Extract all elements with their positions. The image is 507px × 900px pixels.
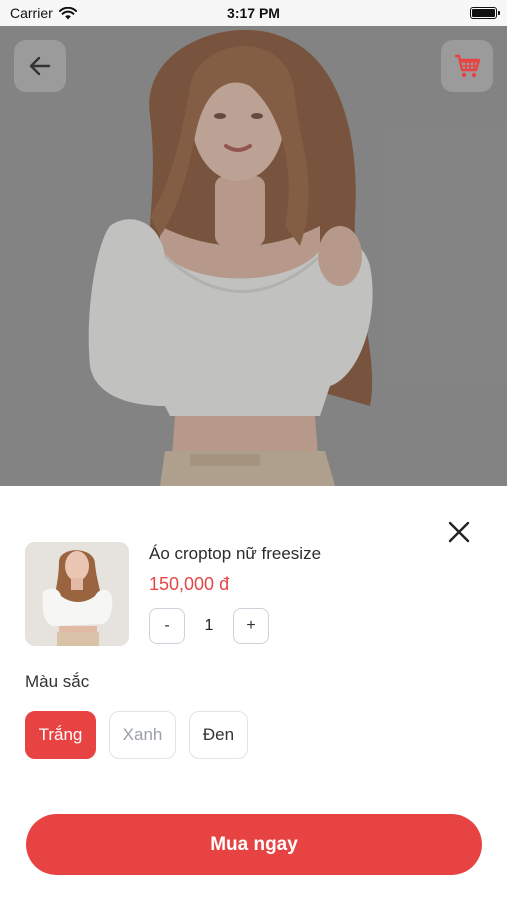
product-price: 150,000 đ <box>149 574 230 594</box>
carrier-indicator: Carrier <box>10 5 77 21</box>
close-button[interactable] <box>445 518 473 546</box>
color-label: Màu sắc <box>25 672 90 691</box>
color-option-den[interactable]: Đen <box>189 711 248 759</box>
wifi-icon <box>58 6 77 19</box>
color-option-xanh[interactable]: Xanh <box>109 711 176 759</box>
product-name: Áo croptop nữ freesize <box>149 544 322 563</box>
status-bar: Carrier 3:17 PM <box>0 0 507 26</box>
back-button[interactable] <box>14 40 66 92</box>
carrier-label: Carrier <box>10 5 53 21</box>
increment-button[interactable]: + <box>233 608 269 644</box>
color-option-trang[interactable]: Trắng <box>25 711 96 759</box>
close-icon <box>448 521 470 543</box>
color-options: Trắng Xanh Đen <box>25 711 248 759</box>
battery-icon <box>470 7 500 19</box>
product-hero-image <box>0 26 507 486</box>
arrow-left-icon <box>29 56 51 76</box>
product-thumbnail-image <box>25 542 129 646</box>
product-options-sheet: Áo croptop nữ freesize 150,000 đ - 1 + M… <box>0 486 507 900</box>
product-thumbnail <box>25 542 129 646</box>
image-dim-overlay <box>0 26 507 486</box>
cart-button[interactable] <box>441 40 493 92</box>
quantity-value: 1 <box>204 617 214 634</box>
shopping-cart-icon <box>455 54 481 78</box>
buy-now-button[interactable]: Mua ngay <box>26 814 482 875</box>
decrement-button[interactable]: - <box>149 608 185 644</box>
quantity-stepper: - 1 + <box>149 608 269 644</box>
